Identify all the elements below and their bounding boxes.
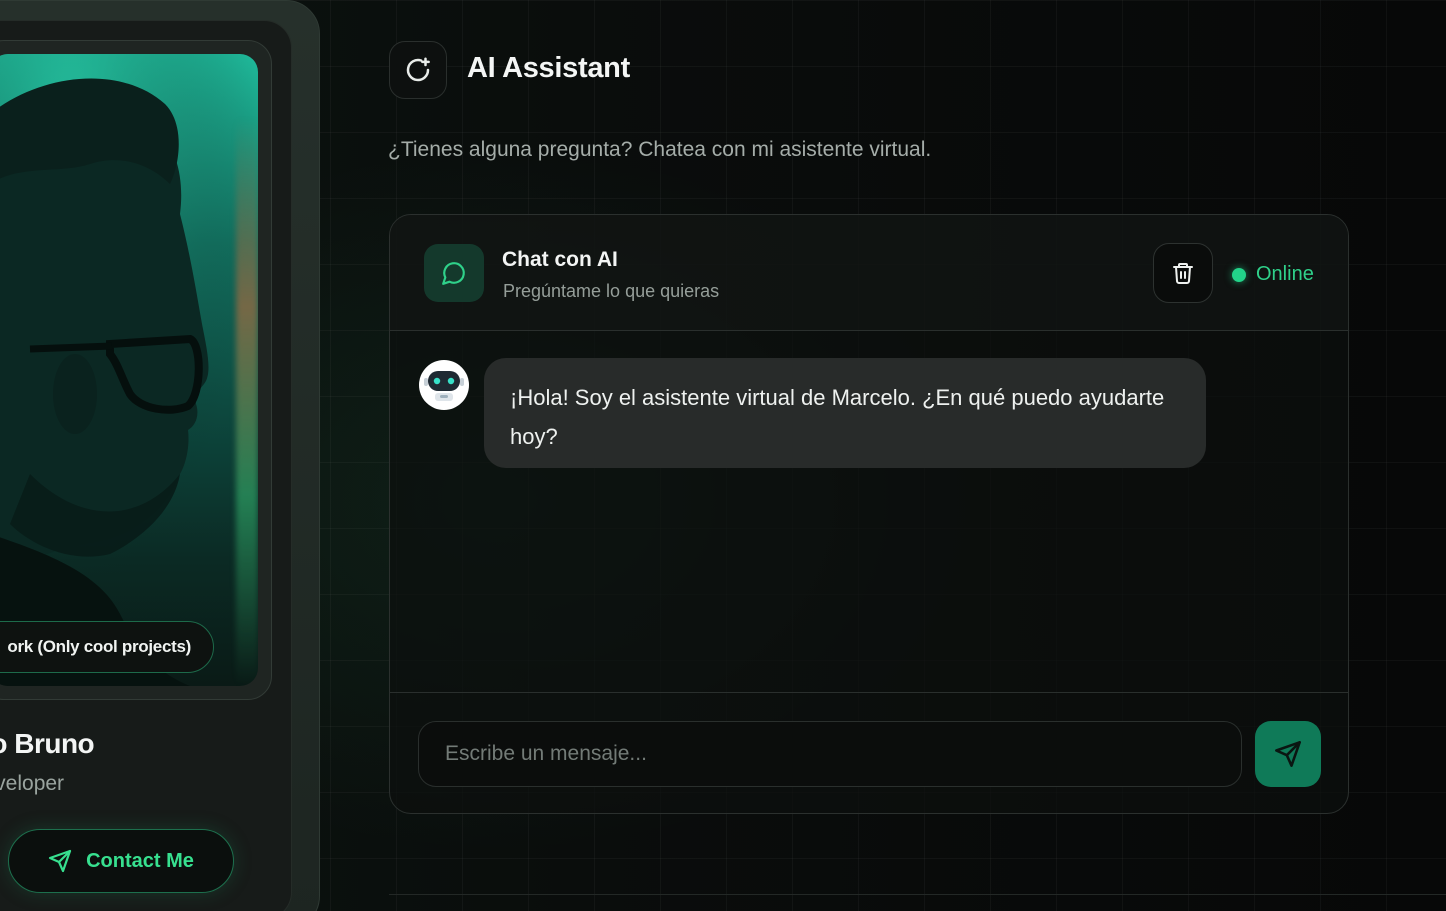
assistant-message-bubble: ¡Hola! Soy el asistente virtual de Marce… xyxy=(484,358,1206,468)
profile-name: elo Bruno xyxy=(0,728,95,759)
page-subtitle: ¿Tienes alguna pregunta? Chatea con mi a… xyxy=(388,138,932,161)
chat-card: Chat con AI Pregúntame lo que quieras On… xyxy=(389,214,1349,814)
status-label: Online xyxy=(1256,263,1314,285)
clear-chat-button[interactable] xyxy=(1153,243,1213,303)
chat-header: Chat con AI Pregúntame lo que quieras On… xyxy=(390,215,1348,331)
message-composer xyxy=(390,692,1348,813)
robot-icon xyxy=(419,360,469,410)
availability-badge: ork (Only cool projects) xyxy=(0,621,214,673)
send-button[interactable] xyxy=(1255,721,1321,787)
chat-title: Chat con AI xyxy=(502,248,618,271)
robot-avatar xyxy=(418,359,470,411)
ai-refresh-icon-box xyxy=(389,41,447,99)
page-title: AI Assistant xyxy=(467,52,630,84)
trash-icon xyxy=(1173,263,1193,284)
status-dot xyxy=(1232,267,1246,282)
chat-subtitle: Pregúntame lo que quieras xyxy=(503,281,720,301)
profile-silhouette xyxy=(0,54,258,686)
profile-role: k Developer xyxy=(0,772,65,795)
page: ork (Only cool projects) elo Bruno k Dev… xyxy=(0,0,1446,911)
contact-me-label: Contact Me xyxy=(86,849,194,872)
ai-refresh-icon xyxy=(406,57,430,82)
send-icon xyxy=(1275,741,1301,767)
contact-me-button[interactable]: Contact Me xyxy=(8,829,234,893)
send-icon xyxy=(48,849,72,873)
online-status: Online xyxy=(1232,263,1314,286)
section-divider xyxy=(389,894,1446,895)
photo-edge-light xyxy=(236,54,258,686)
message-input[interactable] xyxy=(418,721,1242,787)
profile-photo xyxy=(0,54,258,686)
chat-icon-box xyxy=(424,244,484,302)
chat-bubble-icon xyxy=(442,262,465,285)
